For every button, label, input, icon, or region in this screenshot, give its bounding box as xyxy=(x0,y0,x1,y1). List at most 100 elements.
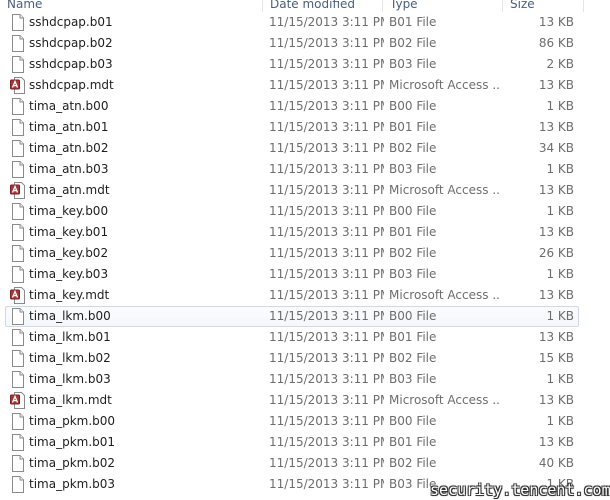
file-type: B02 File xyxy=(389,456,437,470)
access-file-icon xyxy=(10,182,26,199)
file-size: 86 KB xyxy=(538,36,574,50)
file-date-modified: 11/15/2013 3:11 PM xyxy=(269,351,384,365)
column-header-type[interactable]: Type xyxy=(383,0,502,11)
file-row[interactable]: tima_lkm.mdt 11/15/2013 3:11 PM Microsoft … xyxy=(0,390,610,411)
file-size: 34 KB xyxy=(538,141,574,155)
file-row[interactable]: tima_atn.b01 11/15/2013 3:11 PM B01 File 13… xyxy=(0,117,610,138)
file-type: B01 File xyxy=(389,330,437,344)
file-list: sshdcpap.b01 11/15/2013 3:11 PM B01 File 13… xyxy=(0,12,610,495)
blank-file-icon xyxy=(10,455,26,472)
file-row[interactable]: tima_pkm.b00 11/15/2013 3:11 PM B00 File 1 … xyxy=(0,411,610,432)
file-row[interactable]: tima_pkm.b02 11/15/2013 3:11 PM B02 File 40… xyxy=(0,453,610,474)
file-name: tima_pkm.b02 xyxy=(29,456,116,470)
blank-file-icon xyxy=(10,476,26,493)
file-type: B00 File xyxy=(389,309,437,323)
blank-file-icon xyxy=(10,350,26,367)
file-date-modified: 11/15/2013 3:11 PM xyxy=(269,99,384,113)
file-name: tima_lkm.mdt xyxy=(29,393,112,407)
file-date-modified: 11/15/2013 3:11 PM xyxy=(269,36,384,50)
file-row[interactable]: tima_atn.b00 11/15/2013 3:11 PM B00 File 1 … xyxy=(0,96,610,117)
file-row[interactable]: tima_atn.mdt 11/15/2013 3:11 PM Microsoft … xyxy=(0,180,610,201)
file-name: sshdcpap.b02 xyxy=(29,36,113,50)
blank-file-icon xyxy=(10,161,26,178)
file-type: Microsoft Access ... xyxy=(389,78,501,92)
file-row[interactable]: tima_lkm.b03 11/15/2013 3:11 PM B03 File 1 … xyxy=(0,369,610,390)
access-file-icon xyxy=(10,392,26,409)
file-row[interactable]: tima_key.b03 11/15/2013 3:11 PM B03 File 1 … xyxy=(0,264,610,285)
file-size: 40 KB xyxy=(538,456,574,470)
blank-file-icon xyxy=(10,14,26,31)
file-size: 26 KB xyxy=(538,246,574,260)
file-size: 1 KB xyxy=(546,372,574,386)
file-row[interactable]: tima_lkm.b00 11/15/2013 3:11 PM B00 File 1 … xyxy=(0,306,610,327)
file-row[interactable]: tima_lkm.b01 11/15/2013 3:11 PM B01 File 13… xyxy=(0,327,610,348)
blank-file-icon xyxy=(10,98,26,115)
file-date-modified: 11/15/2013 3:11 PM xyxy=(269,267,384,281)
file-row[interactable]: sshdcpap.b01 11/15/2013 3:11 PM B01 File 13… xyxy=(0,12,610,33)
file-name: tima_key.b00 xyxy=(29,204,109,218)
file-size: 1 KB xyxy=(546,267,574,281)
column-header-name[interactable]: Name xyxy=(0,0,262,11)
file-type: Microsoft Access ... xyxy=(389,183,501,197)
file-row[interactable]: tima_atn.b03 11/15/2013 3:11 PM B03 File 1 … xyxy=(0,159,610,180)
column-divider[interactable] xyxy=(583,0,584,12)
file-date-modified: 11/15/2013 3:11 PM xyxy=(269,183,384,197)
file-size: 1 KB xyxy=(546,99,574,113)
file-type: Microsoft Access ... xyxy=(389,288,501,302)
column-header-date-modified[interactable]: Date modified xyxy=(263,0,382,11)
file-size: 13 KB xyxy=(538,330,574,344)
file-row[interactable]: tima_atn.b02 11/15/2013 3:11 PM B02 File 34… xyxy=(0,138,610,159)
file-name: tima_lkm.b00 xyxy=(29,309,111,323)
file-date-modified: 11/15/2013 3:11 PM xyxy=(269,120,384,134)
column-header-bar: Name Date modified Type Size xyxy=(0,0,610,12)
file-row[interactable]: tima_key.mdt 11/15/2013 3:11 PM Microsoft … xyxy=(0,285,610,306)
file-row[interactable]: tima_key.b02 11/15/2013 3:11 PM B02 File 26… xyxy=(0,243,610,264)
file-row[interactable]: tima_key.b01 11/15/2013 3:11 PM B01 File 13… xyxy=(0,222,610,243)
file-size: 2 KB xyxy=(546,57,574,71)
file-type: B02 File xyxy=(389,141,437,155)
file-type: B02 File xyxy=(389,36,437,50)
file-type: B02 File xyxy=(389,351,437,365)
file-row[interactable]: tima_lkm.b02 11/15/2013 3:11 PM B02 File 15… xyxy=(0,348,610,369)
file-size: 13 KB xyxy=(538,393,574,407)
file-type: B00 File xyxy=(389,414,437,428)
file-date-modified: 11/15/2013 3:11 PM xyxy=(269,372,384,386)
file-type: B03 File xyxy=(389,372,437,386)
file-date-modified: 11/15/2013 3:11 PM xyxy=(269,246,384,260)
file-name: tima_lkm.b02 xyxy=(29,351,111,365)
file-name: tima_key.b02 xyxy=(29,246,109,260)
file-size: 13 KB xyxy=(538,78,574,92)
file-date-modified: 11/15/2013 3:11 PM xyxy=(269,288,384,302)
file-date-modified: 11/15/2013 3:11 PM xyxy=(269,78,384,92)
file-name: tima_key.b01 xyxy=(29,225,109,239)
file-row[interactable]: sshdcpap.mdt 11/15/2013 3:11 PM Microsoft … xyxy=(0,75,610,96)
file-row[interactable]: sshdcpap.b02 11/15/2013 3:11 PM B02 File 86… xyxy=(0,33,610,54)
column-header-size[interactable]: Size xyxy=(503,0,583,11)
file-row[interactable]: tima_pkm.b01 11/15/2013 3:11 PM B01 File 13… xyxy=(0,432,610,453)
blank-file-icon xyxy=(10,56,26,73)
file-row[interactable]: tima_key.b00 11/15/2013 3:11 PM B00 File 1 … xyxy=(0,201,610,222)
file-type: B03 File xyxy=(389,57,437,71)
file-name: sshdcpap.b01 xyxy=(29,15,113,29)
access-file-icon xyxy=(10,287,26,304)
file-name: tima_pkm.b00 xyxy=(29,414,116,428)
file-size: 15 KB xyxy=(538,351,574,365)
file-type: B02 File xyxy=(389,246,437,260)
file-date-modified: 11/15/2013 3:11 PM xyxy=(269,57,384,71)
file-size: 13 KB xyxy=(538,15,574,29)
file-name: tima_atn.b01 xyxy=(29,120,109,134)
file-row[interactable]: sshdcpap.b03 11/15/2013 3:11 PM B03 File 2 … xyxy=(0,54,610,75)
file-type: B01 File xyxy=(389,225,437,239)
blank-file-icon xyxy=(10,140,26,157)
file-size: 1 KB xyxy=(546,162,574,176)
file-size: 13 KB xyxy=(538,183,574,197)
blank-file-icon xyxy=(10,434,26,451)
file-type: Microsoft Access ... xyxy=(389,393,501,407)
file-name: tima_pkm.b03 xyxy=(29,477,116,491)
file-size: 13 KB xyxy=(538,435,574,449)
blank-file-icon xyxy=(10,371,26,388)
file-name: tima_key.b03 xyxy=(29,267,109,281)
file-date-modified: 11/15/2013 3:11 PM xyxy=(269,477,384,491)
watermark-text: security.tencent.com xyxy=(430,481,610,499)
file-name: tima_key.mdt xyxy=(29,288,110,302)
